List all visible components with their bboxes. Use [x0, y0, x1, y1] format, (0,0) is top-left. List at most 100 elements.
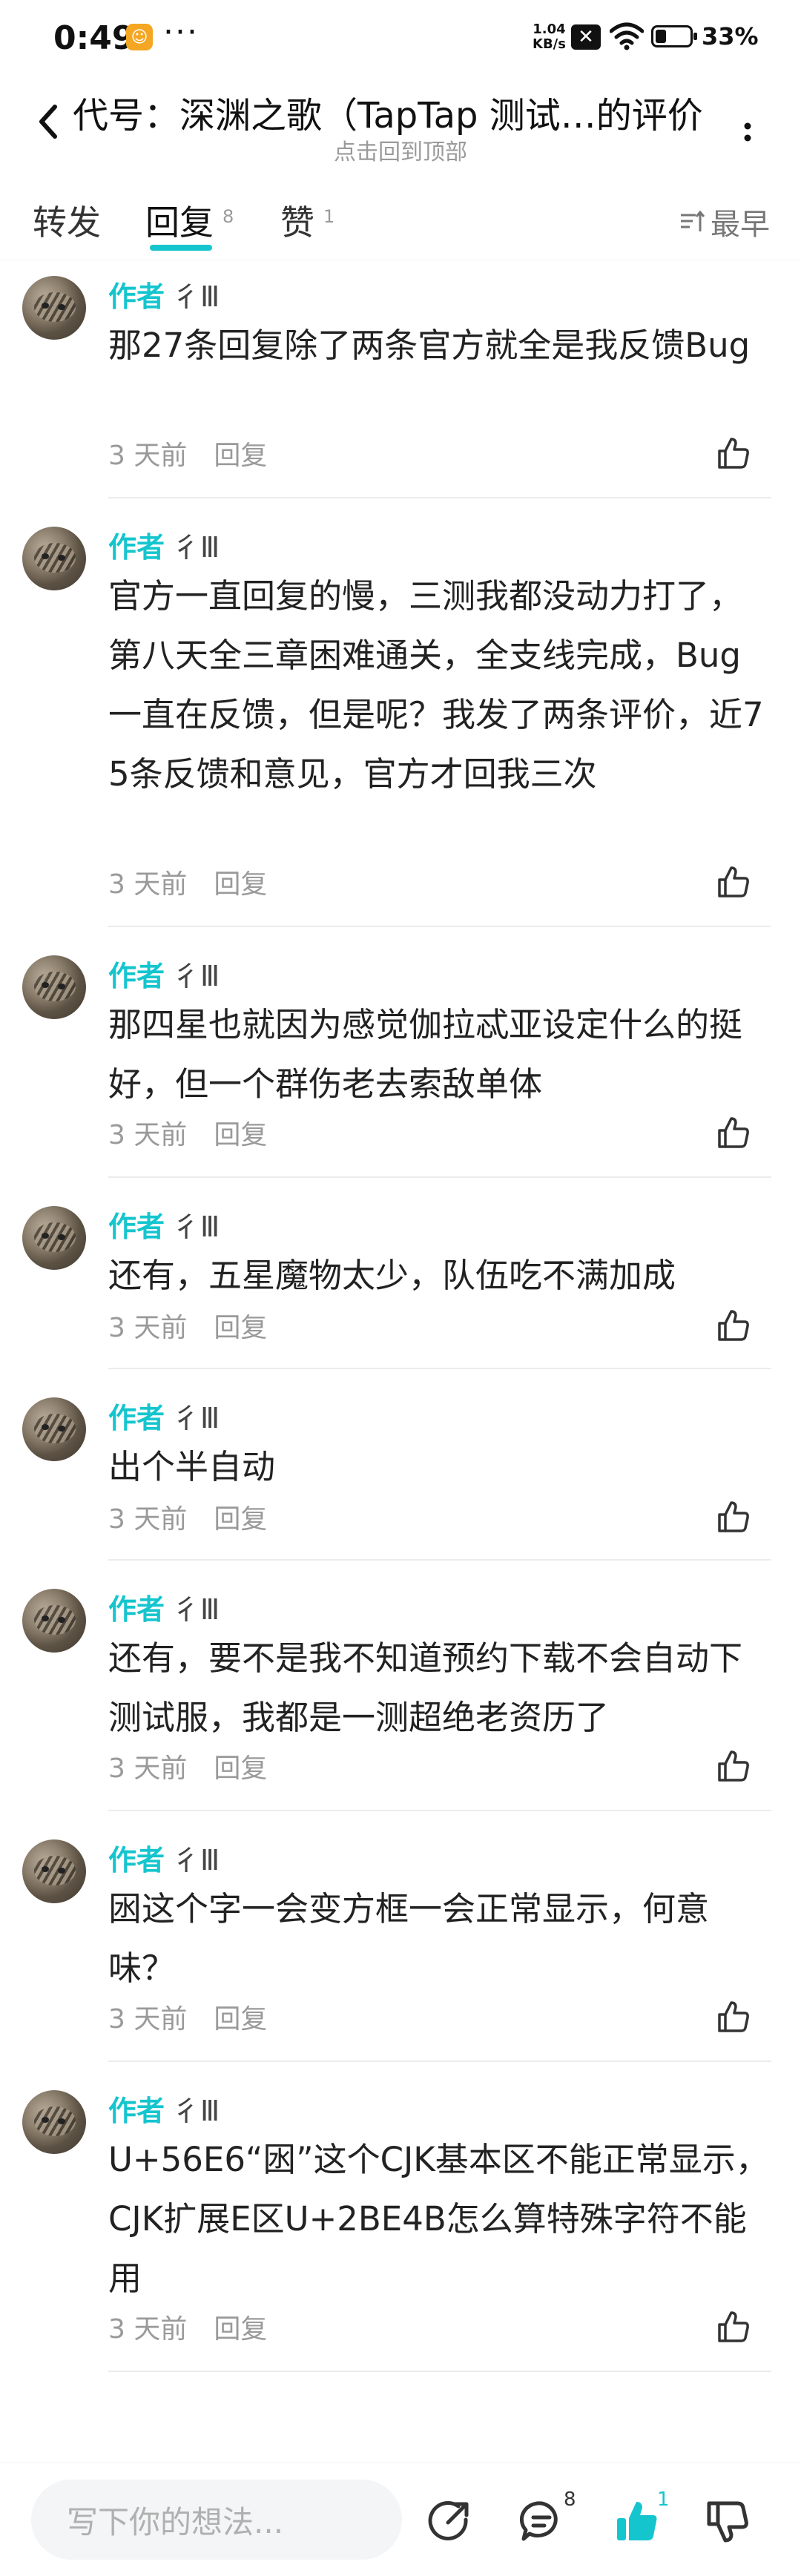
- author-row: 作者 彳Ⅲ: [108, 1205, 220, 1243]
- author-tag: 作者: [108, 530, 165, 564]
- sim-off-icon: ✕: [571, 24, 601, 50]
- thumbs-up-icon[interactable]: [715, 1998, 752, 2035]
- comment-meta: 3 天前 回复: [108, 2307, 267, 2347]
- app-notification-icon: ☺: [126, 24, 153, 50]
- comment-time: 3 天前: [108, 2314, 188, 2345]
- comment-input[interactable]: 写下你的想法...: [31, 2480, 402, 2560]
- tab-replies[interactable]: 回复 8: [145, 196, 234, 245]
- status-bar: 0:49 ☺ ··· 1.04 KB/s ✕ 33%: [0, 0, 801, 82]
- comment-text: 那27条回复除了两条官方就全是我反馈Bug: [108, 326, 751, 365]
- status-time: 0:49: [53, 19, 135, 57]
- author-tag: 作者: [108, 1843, 165, 1877]
- reply-button[interactable]: 回复: [214, 1306, 267, 1345]
- author-tag: 作者: [108, 1592, 165, 1626]
- comment-item: 作者 彳Ⅲ 那四星也就因为感觉伽拉忒亚设定什么的挺好，但一个群伤老去索敌单体 3…: [0, 941, 801, 1178]
- comment-time: 3 天前: [108, 2004, 188, 2035]
- comment-time: 3 天前: [108, 1313, 188, 1343]
- page: 0:49 ☺ ··· 1.04 KB/s ✕ 33% 代号：深渊之歌（TapTa…: [0, 0, 801, 2576]
- divider: [108, 1368, 771, 1369]
- tab-bar: 转发 回复 8 赞1 最早: [0, 171, 801, 260]
- tab-replies-count: 8: [222, 205, 234, 227]
- network-speed-unit: KB/s: [533, 36, 566, 52]
- avatar[interactable]: [22, 276, 86, 340]
- avatar[interactable]: [22, 1397, 86, 1461]
- author-name[interactable]: 彳Ⅲ: [172, 1837, 220, 1878]
- thumbs-up-icon[interactable]: [715, 1498, 752, 1535]
- author-tag: 作者: [108, 2094, 165, 2127]
- avatar[interactable]: [22, 955, 86, 1019]
- author-row: 作者 彳Ⅲ: [108, 1587, 220, 1626]
- avatar[interactable]: [22, 1589, 86, 1653]
- divider: [108, 2061, 771, 2062]
- comment-text: 那四星也就因为感觉伽拉忒亚设定什么的挺好，但一个群伤老去索敌单体: [108, 1005, 743, 1104]
- comment-meta: 3 天前 回复: [108, 433, 267, 473]
- reply-button[interactable]: 回复: [214, 1498, 267, 1536]
- battery-icon: [651, 25, 697, 47]
- author-row: 作者 彳Ⅲ: [108, 274, 220, 313]
- reply-button[interactable]: 回复: [214, 2307, 267, 2346]
- thumbs-up-icon[interactable]: [715, 1747, 752, 1785]
- sort-button[interactable]: 最早: [679, 200, 770, 243]
- author-row: 作者 彳Ⅲ: [108, 954, 220, 992]
- thumbs-up-icon[interactable]: [715, 1114, 752, 1151]
- author-name[interactable]: 彳Ⅲ: [172, 274, 220, 314]
- scroll-to-top-hint[interactable]: 点击回到顶部: [0, 134, 801, 166]
- author-row: 作者 彳Ⅲ: [108, 2089, 220, 2127]
- comment-item: 作者 彳Ⅲ 囦这个字一会变方框一会正常显示，何意味？ 3 天前 回复: [0, 1825, 801, 2062]
- avatar[interactable]: [22, 2090, 86, 2154]
- comment-text: 出个半自动: [108, 1447, 276, 1486]
- thumbs-down-icon[interactable]: [705, 2497, 752, 2545]
- sort-icon: [681, 210, 705, 231]
- active-tab-indicator: [150, 245, 212, 251]
- comment-meta: 3 天前 回复: [108, 1113, 267, 1153]
- comment-item: 作者 彳Ⅲ 官方一直回复的慢，三测我都没动力打了，第八天全三章困难通关，全支线完…: [0, 512, 801, 927]
- thumbs-up-icon[interactable]: [715, 2308, 752, 2345]
- author-name[interactable]: 彳Ⅲ: [172, 1395, 220, 1436]
- comment-meta: 3 天前 回复: [108, 862, 267, 902]
- divider: [108, 1810, 771, 1811]
- author-tag: 作者: [108, 280, 165, 313]
- page-title: 代号：深渊之歌（TapTap 测试…的评价: [73, 95, 703, 136]
- thumbs-up-filled-icon[interactable]: [613, 2497, 660, 2545]
- author-name[interactable]: 彳Ⅲ: [172, 1204, 220, 1245]
- avatar[interactable]: [22, 527, 86, 590]
- comment-item: 作者 彳Ⅲ 那27条回复除了两条官方就全是我反馈Bug 3 天前 回复: [0, 261, 801, 498]
- author-name[interactable]: 彳Ⅲ: [172, 1587, 220, 1627]
- author-name[interactable]: 彳Ⅲ: [172, 2088, 220, 2129]
- author-name[interactable]: 彳Ⅲ: [172, 953, 220, 994]
- comment-icon[interactable]: [518, 2497, 565, 2545]
- reply-button[interactable]: 回复: [214, 863, 267, 901]
- tab-likes[interactable]: 赞1: [280, 196, 334, 245]
- comment-text: 囦这个字一会变方框一会正常显示，何意味？: [108, 1889, 710, 1988]
- avatar[interactable]: [22, 1206, 86, 1270]
- author-row: 作者 彳Ⅲ: [108, 1838, 220, 1877]
- tab-likes-count: 1: [323, 205, 335, 227]
- divider: [108, 1176, 771, 1178]
- divider: [108, 497, 771, 498]
- comment-text: 官方一直回复的慢，三测我都没动力打了，第八天全三章困难通关，全支线完成，Bug一…: [108, 576, 764, 794]
- network-speed-value: 1.04: [533, 22, 566, 37]
- tab-repost[interactable]: 转发: [33, 196, 101, 245]
- reply-button[interactable]: 回复: [214, 1997, 267, 2036]
- comment-item: 作者 彳Ⅲ 还有，要不是我不知道预约下载不会自动下测试服，我都是一测超绝老资历了…: [0, 1574, 801, 1811]
- comment-time: 3 天前: [108, 1504, 188, 1535]
- tab-replies-label: 回复: [145, 202, 214, 243]
- battery-percent: 33%: [702, 22, 759, 50]
- comment-time: 3 天前: [108, 441, 188, 471]
- comment-time: 3 天前: [108, 869, 188, 900]
- share-icon[interactable]: [426, 2497, 473, 2545]
- author-name[interactable]: 彳Ⅲ: [172, 524, 220, 565]
- author-tag: 作者: [108, 959, 165, 992]
- reply-button[interactable]: 回复: [214, 1113, 267, 1152]
- thumbs-up-icon[interactable]: [715, 435, 752, 472]
- thumbs-up-icon[interactable]: [715, 1307, 752, 1344]
- tab-likes-label: 赞: [280, 202, 314, 243]
- more-options-icon[interactable]: [733, 101, 762, 145]
- reply-button[interactable]: 回复: [214, 1747, 267, 1785]
- avatar[interactable]: [22, 1839, 86, 1903]
- thumbs-up-icon[interactable]: [715, 863, 752, 900]
- author-row: 作者 彳Ⅲ: [108, 525, 220, 564]
- bottom-action-bar: 写下你的想法... 8 1: [0, 2463, 801, 2576]
- reply-button[interactable]: 回复: [214, 434, 267, 472]
- comment-text: U+56E6“囦”这个CJK基本区不能正常显示，CJK扩展E区U+2BE4B怎么…: [108, 2140, 769, 2298]
